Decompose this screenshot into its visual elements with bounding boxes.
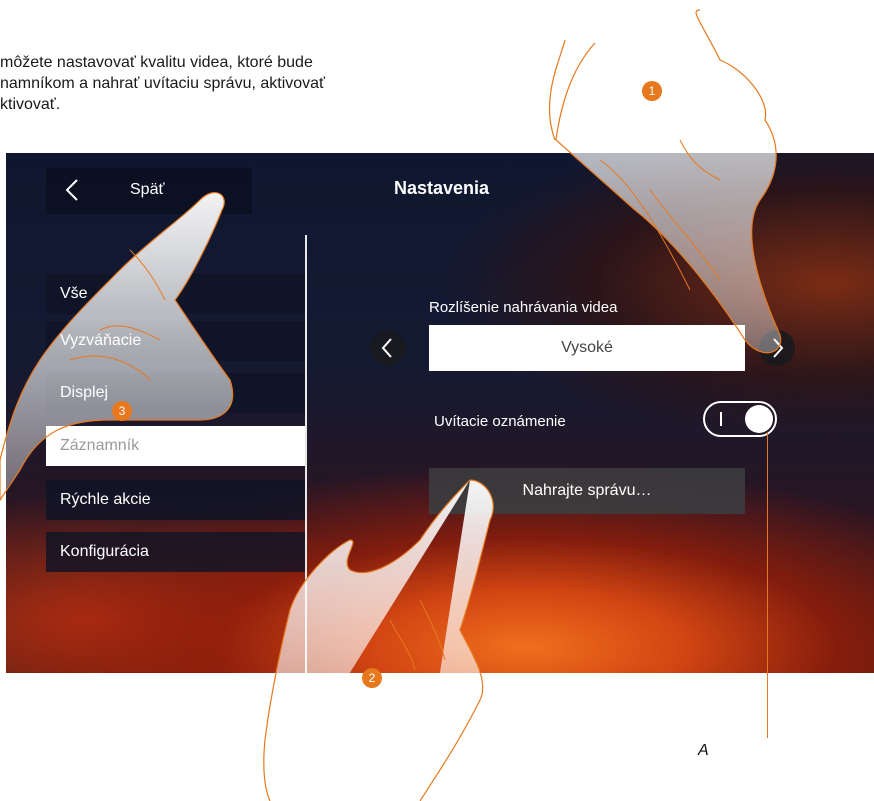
sidebar-item-konfiguracia[interactable]: Konfigurácia <box>46 532 305 572</box>
resolution-value[interactable]: Vysoké <box>429 325 745 371</box>
callout-3: 3 <box>112 401 132 421</box>
back-button[interactable]: Späť <box>46 168 252 214</box>
chevron-right-icon <box>773 338 784 358</box>
sidebar-item-vseobecne[interactable]: Vše <box>46 274 305 314</box>
device-screen: Späť Nastavenia Vše Vyzváňacie Displej Z… <box>6 153 874 673</box>
sidebar-item-displej[interactable]: Displej <box>46 373 305 413</box>
record-message-button[interactable]: Nahrajte správu… <box>429 468 745 514</box>
sidebar-item-rychle-akcie[interactable]: Rýchle akcie <box>46 480 305 520</box>
annotation-letter-a: A <box>698 742 709 759</box>
callout-2: 2 <box>362 668 382 688</box>
toggle-knob <box>745 405 773 433</box>
chevron-left-icon <box>65 179 78 201</box>
intro-text: môžete nastavovať kvalitu videa, ktoré b… <box>0 54 326 113</box>
resolution-label: Rozlíšenie nahrávania videa <box>429 299 618 316</box>
page-title: Nastavenia <box>394 178 490 198</box>
sidebar-item-vyzvanacie[interactable]: Vyzváňacie <box>46 321 305 361</box>
resolution-next-button[interactable] <box>759 330 795 366</box>
sidebar-item-zaznamnik[interactable]: Záznamník <box>46 426 305 466</box>
resolution-prev-button[interactable] <box>370 330 406 366</box>
toggle-on-mark <box>720 412 722 426</box>
welcome-message-toggle[interactable] <box>703 401 777 437</box>
chevron-left-icon <box>381 338 392 358</box>
callout-1: 1 <box>642 81 662 101</box>
annotation-leader-line <box>767 432 768 738</box>
back-label: Späť <box>130 181 165 198</box>
panel-divider <box>305 235 307 673</box>
welcome-message-label: Uvítacie oznámenie <box>434 413 566 430</box>
